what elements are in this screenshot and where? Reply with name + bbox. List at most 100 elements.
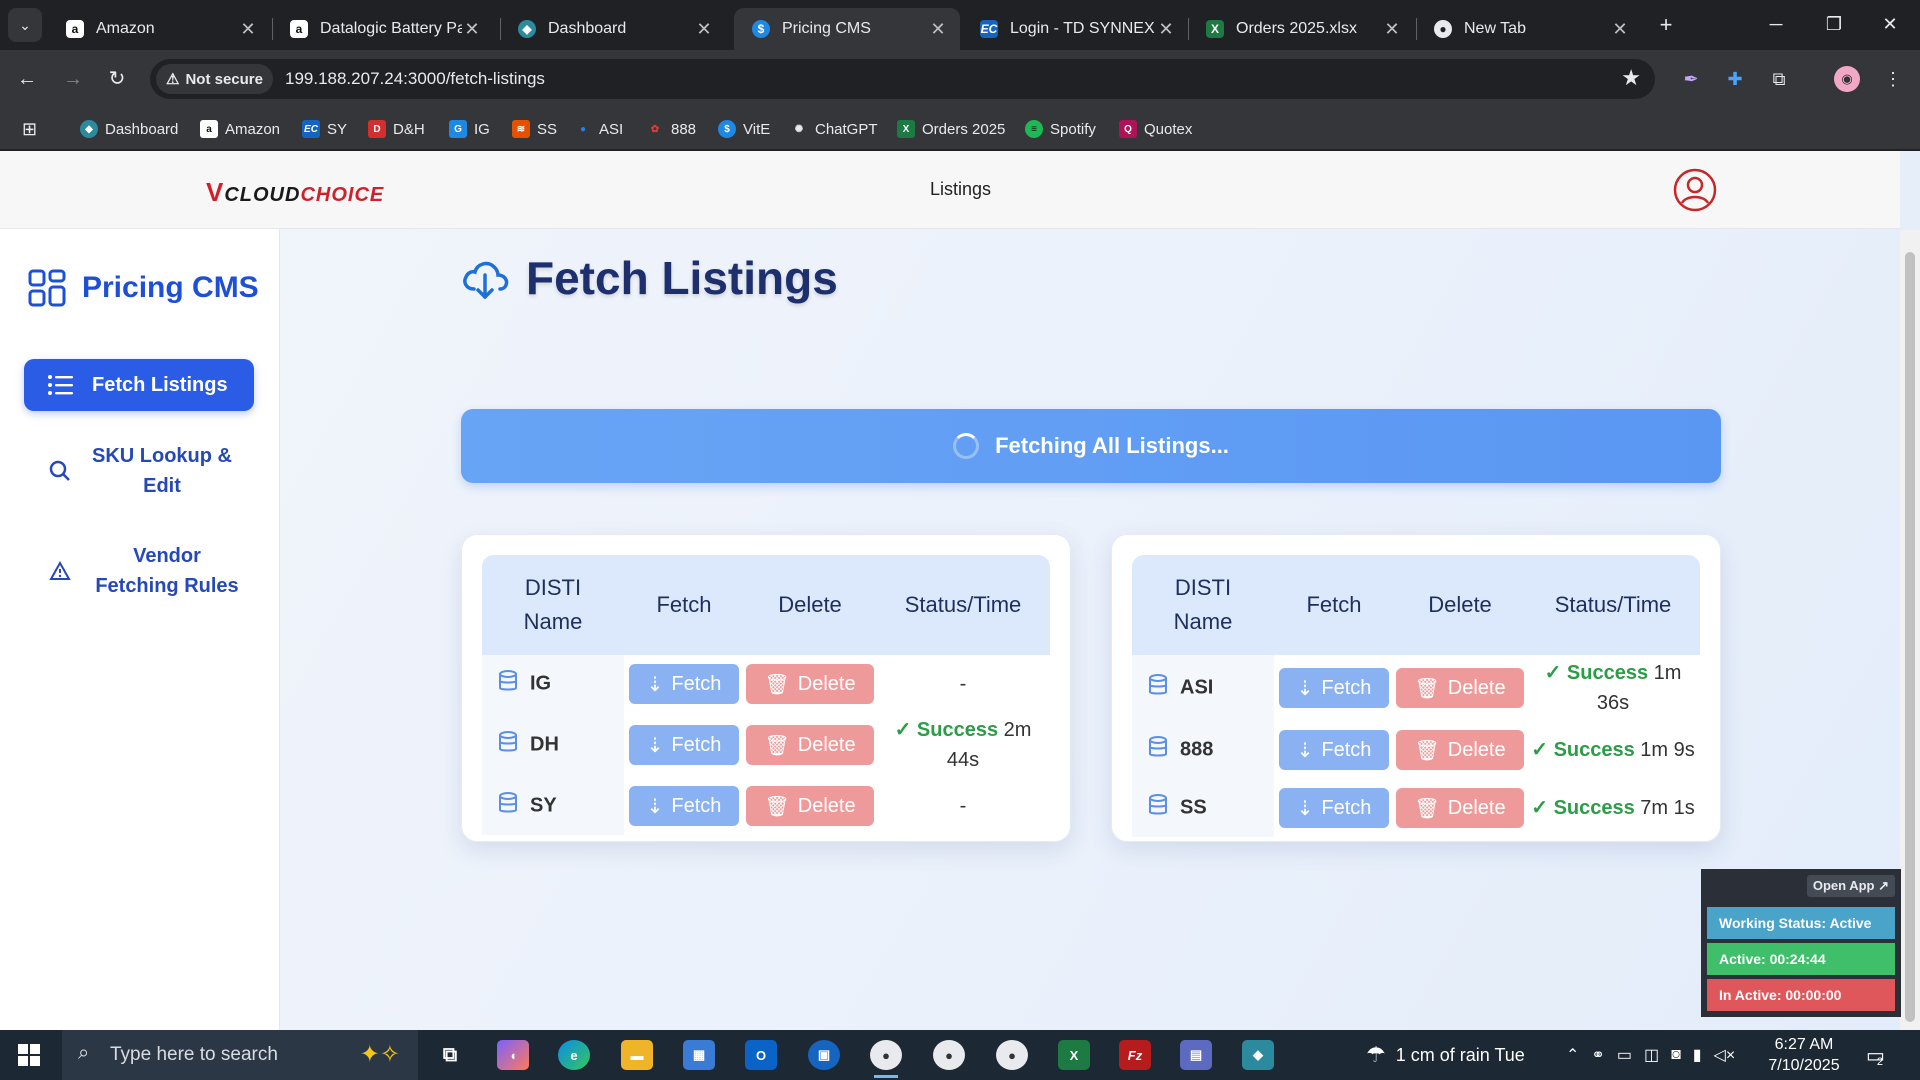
- tab-pricing-cms[interactable]: $ Pricing CMS ✕: [734, 8, 960, 50]
- notification-center-icon[interactable]: ▭ 2: [1866, 1030, 1885, 1080]
- user-profile-icon[interactable]: [1672, 167, 1718, 213]
- new-tab-button[interactable]: +: [1652, 12, 1680, 40]
- column-header-name: DISTI Name: [1132, 555, 1274, 655]
- chrome-profile-2-icon[interactable]: ●: [933, 1040, 965, 1070]
- disti-name: SY: [530, 794, 557, 817]
- bookmark-chatgpt[interactable]: ✺ ChatGPT: [790, 118, 878, 140]
- bookmark-asi[interactable]: ● ASI: [574, 118, 623, 140]
- restore-button[interactable]: ❐: [1814, 10, 1854, 38]
- cloud-download-icon: ⇣: [646, 734, 664, 757]
- bookmark-888[interactable]: ✿ 888: [646, 118, 696, 140]
- fetch-cell: ⇣ Fetch: [1274, 721, 1394, 779]
- fetch-button[interactable]: ⇣ Fetch: [628, 786, 740, 826]
- extension-feather-icon[interactable]: ✒: [1678, 66, 1704, 92]
- close-window-button[interactable]: ✕: [1870, 10, 1910, 38]
- database-icon: [1148, 736, 1168, 764]
- bookmark-ig[interactable]: G IG: [449, 118, 490, 140]
- weather-widget[interactable]: ☂ 1 cm of rain Tue: [1366, 1030, 1525, 1080]
- bookmark-label: Dashboard: [105, 120, 179, 138]
- monitor-icon[interactable]: ▭: [1617, 1045, 1632, 1065]
- bookmark-star-icon[interactable]: ★: [1621, 65, 1641, 91]
- fetch-button[interactable]: ⇣ Fetch: [628, 725, 740, 765]
- tab-orders-xlsx[interactable]: X Orders 2025.xlsx ✕: [1188, 8, 1414, 50]
- chrome-profile-3-icon[interactable]: ●: [996, 1040, 1028, 1070]
- bookmark-amazon[interactable]: a Amazon: [200, 118, 280, 140]
- bookmark-dashboard[interactable]: ◆ Dashboard: [80, 118, 178, 140]
- close-icon[interactable]: ✕: [1610, 19, 1630, 40]
- delete-button[interactable]: 🗑 Delete: [746, 664, 874, 704]
- delete-button[interactable]: 🗑 Delete: [746, 786, 874, 826]
- close-icon[interactable]: ✕: [1156, 19, 1176, 40]
- close-icon[interactable]: ✕: [238, 19, 258, 40]
- dashboard-app-icon[interactable]: ◆: [1242, 1040, 1274, 1070]
- table-row: SS ⇣ Fetch 🗑 Delete ✓ Success 7m 1s: [1132, 779, 1700, 837]
- bookmark-orders-2025[interactable]: X Orders 2025: [897, 118, 1005, 140]
- sidebar-item-sku-lookup[interactable]: SKU Lookup & Edit: [24, 441, 254, 501]
- bookmark-label: D&H: [393, 120, 425, 138]
- fetch-button[interactable]: ⇣ Fetch: [628, 664, 740, 704]
- calendar-app-icon[interactable]: ▣: [808, 1040, 840, 1070]
- tab-dashboard[interactable]: ◆ Dashboard ✕: [500, 8, 726, 50]
- bookmark-vite[interactable]: $ VitE: [718, 118, 770, 140]
- fetch-button[interactable]: ⇣ Fetch: [1278, 668, 1390, 708]
- tab-td-synnex[interactable]: EC Login - TD SYNNEX ✕: [962, 8, 1188, 50]
- sidebar-item-fetch-listings[interactable]: Fetch Listings: [24, 359, 254, 411]
- bookmark-ss[interactable]: ≋ SS: [512, 118, 557, 140]
- volume-muted-icon[interactable]: ◁×: [1714, 1045, 1736, 1065]
- fetch-all-button[interactable]: Fetching All Listings...: [461, 409, 1721, 483]
- open-app-button[interactable]: Open App ↗: [1806, 875, 1895, 897]
- extensions-puzzle-icon[interactable]: ⧉: [1766, 66, 1792, 92]
- sidebar-item-vendor-rules[interactable]: Vendor Fetching Rules: [24, 541, 254, 601]
- cloudchoice-logo[interactable]: VCLOUDCHOICE: [206, 177, 384, 208]
- close-icon[interactable]: ✕: [694, 19, 714, 40]
- chevron-up-icon[interactable]: ⌃: [1566, 1045, 1579, 1065]
- store-icon[interactable]: ▦: [683, 1040, 715, 1070]
- profile-avatar[interactable]: ◉: [1834, 66, 1860, 92]
- meet-now-icon[interactable]: ◫: [1644, 1045, 1659, 1065]
- extension-shield-icon[interactable]: ✚: [1722, 66, 1748, 92]
- close-icon[interactable]: ✕: [1382, 19, 1402, 40]
- delete-button[interactable]: 🗑 Delete: [1396, 668, 1524, 708]
- tab-search-button[interactable]: ⌄: [8, 8, 42, 42]
- fetch-button[interactable]: ⇣ Fetch: [1278, 788, 1390, 828]
- close-icon[interactable]: ✕: [928, 19, 948, 40]
- battery-icon[interactable]: ▮: [1693, 1045, 1702, 1065]
- address-bar[interactable]: ⚠ Not secure 199.188.207.24:3000/fetch-l…: [150, 59, 1655, 99]
- bookmark-spotify[interactable]: ≡ Spotify: [1025, 118, 1096, 140]
- taskbar-clock[interactable]: 6:27 AM 7/10/2025: [1760, 1034, 1848, 1076]
- delete-button[interactable]: 🗑 Delete: [1396, 730, 1524, 770]
- bookmark-sy[interactable]: EC SY: [302, 118, 347, 140]
- tab-amazon[interactable]: a Amazon ✕: [48, 8, 270, 50]
- delete-button[interactable]: 🗑 Delete: [746, 725, 874, 765]
- table-row: SY ⇣ Fetch 🗑 Delete -: [482, 777, 1050, 835]
- menu-kebab-icon[interactable]: ⋮: [1880, 66, 1906, 92]
- security-chip[interactable]: ⚠ Not secure: [156, 64, 273, 94]
- fetch-button[interactable]: ⇣ Fetch: [1278, 730, 1390, 770]
- filezilla-icon[interactable]: Fz: [1119, 1040, 1151, 1070]
- delete-button[interactable]: 🗑 Delete: [1396, 788, 1524, 828]
- excel-icon[interactable]: X: [1058, 1040, 1090, 1070]
- scrollbar-thumb[interactable]: [1905, 252, 1915, 1022]
- bookmark-quotex[interactable]: Q Quotex: [1119, 118, 1192, 140]
- back-button[interactable]: ←: [12, 64, 42, 94]
- page-scrollbar[interactable]: [1900, 230, 1920, 1030]
- copilot-icon[interactable]: ◖: [497, 1040, 529, 1070]
- file-explorer-icon[interactable]: ▬: [621, 1040, 653, 1070]
- taskbar-search-box[interactable]: ⌕ Type here to search ✦✧: [62, 1030, 418, 1080]
- tab-new-tab[interactable]: ● New Tab ✕: [1416, 8, 1642, 50]
- network-share-icon[interactable]: ⚭: [1591, 1045, 1604, 1065]
- outlook-icon[interactable]: O: [745, 1040, 777, 1070]
- reload-button[interactable]: ↻: [102, 64, 132, 94]
- task-view-icon[interactable]: ⧉: [434, 1040, 466, 1070]
- minimize-button[interactable]: ─: [1756, 10, 1796, 38]
- forward-button[interactable]: →: [58, 64, 88, 94]
- close-icon[interactable]: ✕: [462, 19, 482, 40]
- camera-icon[interactable]: ◙: [1671, 1046, 1681, 1064]
- tab-datalogic[interactable]: a Datalogic Battery Pa ✕: [272, 8, 494, 50]
- edge-icon[interactable]: e: [558, 1040, 590, 1070]
- apps-grid-icon[interactable]: ⊞: [22, 118, 37, 140]
- bookmark-dh[interactable]: D D&H: [368, 118, 425, 140]
- windows-start-icon[interactable]: [18, 1044, 40, 1066]
- chrome-icon[interactable]: ●: [870, 1040, 902, 1078]
- calculator-icon[interactable]: ▤: [1180, 1040, 1212, 1070]
